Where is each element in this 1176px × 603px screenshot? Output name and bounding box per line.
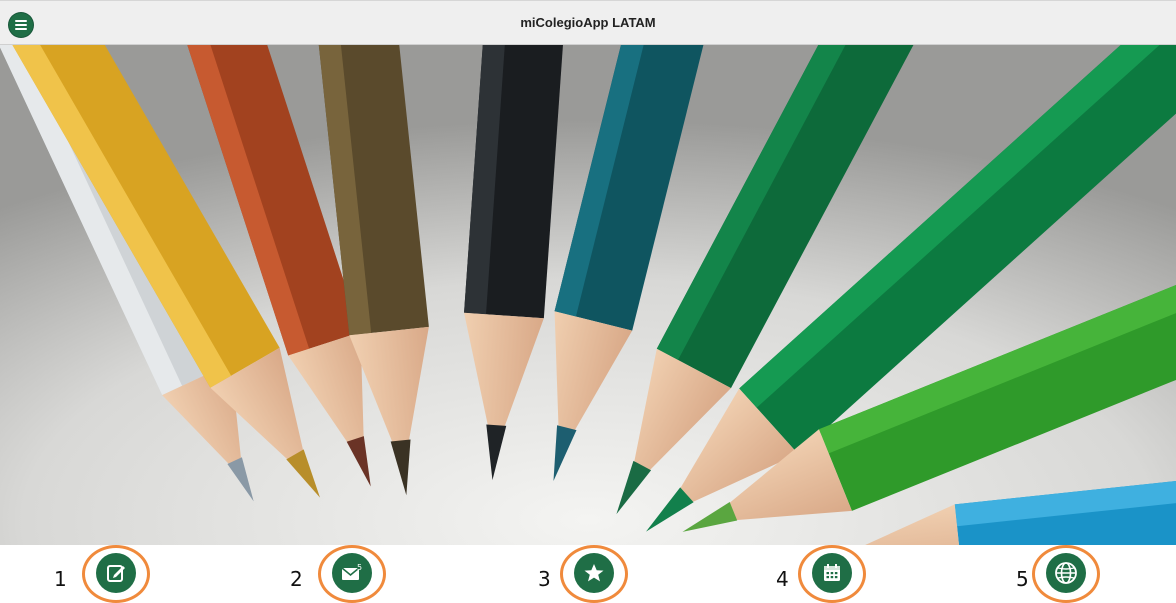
globe-icon — [1055, 562, 1077, 584]
nav-item-4[interactable]: 4 — [776, 545, 886, 603]
page-title: miColegioApp LATAM — [520, 15, 656, 30]
nav-number: 4 — [776, 567, 789, 591]
edit-note-icon — [107, 565, 125, 582]
nav-item-5[interactable]: 5 — [1016, 545, 1126, 603]
nav-number: 2 — [290, 567, 303, 591]
nav-number: 3 — [538, 567, 551, 591]
calendar-button[interactable] — [812, 553, 852, 593]
nav-item-2[interactable]: 2 5 — [290, 545, 400, 603]
edit-note-button[interactable] — [96, 553, 136, 593]
nav-item-1[interactable]: 1 — [54, 545, 164, 603]
hero-image — [0, 45, 1176, 545]
calendar-icon — [824, 564, 840, 581]
nav-item-3[interactable]: 3 — [538, 545, 648, 603]
nav-number: 5 — [1016, 567, 1029, 591]
messages-button[interactable]: 5 — [332, 553, 372, 593]
svg-text:5: 5 — [357, 563, 362, 572]
colored-pencils-illustration — [0, 45, 1176, 545]
star-icon — [584, 564, 604, 582]
bottom-navigation: 1 2 5 3 4 5 — [0, 545, 1176, 603]
app-header: miColegioApp LATAM — [0, 0, 1176, 45]
messages-icon: 5 — [341, 563, 362, 580]
favorites-button[interactable] — [574, 553, 614, 593]
web-button[interactable] — [1046, 553, 1086, 593]
nav-number: 1 — [54, 567, 67, 591]
